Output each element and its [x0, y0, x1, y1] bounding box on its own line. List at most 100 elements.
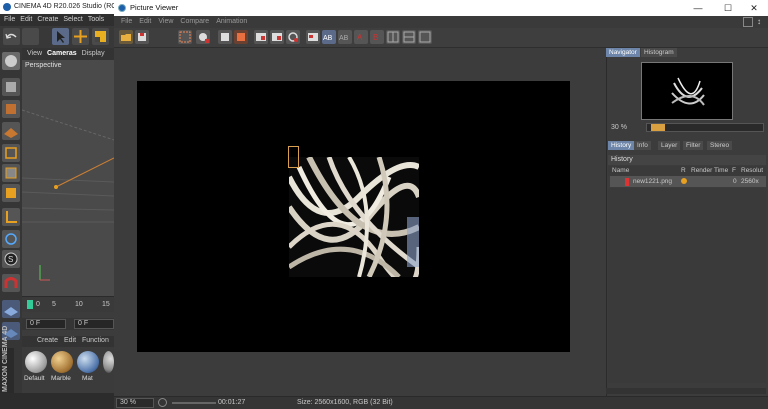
compare-b-icon[interactable]: [270, 30, 284, 44]
viewport-menu-display[interactable]: Display: [82, 48, 105, 60]
history-thumb-icon: [625, 178, 629, 186]
viewport-menubar: View Cameras Display: [22, 48, 114, 60]
compare-a-icon[interactable]: [254, 30, 268, 44]
material-manager-menubar: Create Edit Function: [22, 336, 114, 347]
rendered-tubes-graphic: [289, 157, 419, 277]
c4d-window-title: CINEMA 4D R20.026 Studio (RC: [0, 0, 120, 14]
snap-icon[interactable]: S: [2, 250, 20, 268]
column-name[interactable]: Name: [612, 167, 629, 174]
zoom-field[interactable]: 30 %: [116, 398, 154, 408]
menu-tools[interactable]: Tools: [88, 14, 104, 26]
texture-mode-icon[interactable]: [2, 100, 20, 118]
menu-file[interactable]: File: [4, 14, 15, 26]
menu-create[interactable]: Create: [37, 14, 58, 26]
picture-viewer-menubar: File Edit View Compare Animation ↕: [114, 16, 768, 28]
scale-tool-icon[interactable]: [92, 28, 109, 45]
points-mode-icon[interactable]: [2, 144, 20, 162]
stop-render-icon[interactable]: [234, 30, 248, 44]
svg-text:S: S: [8, 255, 13, 264]
tab-navigator[interactable]: Navigator: [606, 48, 640, 57]
model-mode-icon[interactable]: [2, 78, 20, 96]
play-icon[interactable]: [158, 398, 167, 407]
column-render-time[interactable]: Render Time: [691, 167, 728, 174]
axis-mode-icon[interactable]: [2, 208, 20, 226]
undo-button[interactable]: [3, 28, 20, 45]
make-editable-icon[interactable]: [2, 52, 20, 70]
magnet-icon[interactable]: [2, 274, 20, 292]
layout-icon[interactable]: [743, 17, 753, 27]
history-row-frame: 0: [733, 178, 737, 185]
viewport-scene-graphic: [22, 109, 114, 281]
pv-menu-file[interactable]: File: [121, 16, 132, 28]
material-partial-swatch[interactable]: [103, 351, 114, 373]
pv-menu-edit[interactable]: Edit: [139, 16, 151, 28]
column-r[interactable]: R: [681, 167, 686, 174]
tab-info[interactable]: Info: [634, 141, 651, 150]
material-mat-swatch[interactable]: [77, 351, 99, 373]
copy-icon[interactable]: [218, 30, 232, 44]
move-tool-icon[interactable]: [72, 28, 89, 45]
editor-viewport[interactable]: Perspective: [22, 60, 114, 296]
save-icon[interactable]: [135, 30, 149, 44]
swap-icon[interactable]: AB: [338, 30, 352, 44]
playback-slider[interactable]: [172, 402, 216, 404]
pv-menu-compare[interactable]: Compare: [180, 16, 209, 28]
ab-compare-icon[interactable]: AB: [322, 30, 336, 44]
zoom-slider-thumb[interactable]: [651, 124, 665, 131]
material-label: Default: [24, 375, 45, 382]
history-scrollbar[interactable]: [606, 388, 766, 394]
column-f[interactable]: F: [732, 167, 736, 174]
material-default-swatch[interactable]: [25, 351, 47, 373]
navigator-zoom-slider[interactable]: [646, 123, 764, 132]
grid-view-icon[interactable]: [386, 30, 400, 44]
open-icon[interactable]: [119, 30, 133, 44]
render-active-icon[interactable]: [196, 30, 210, 44]
material-marble-swatch[interactable]: [51, 351, 73, 373]
viewport-menu-cameras[interactable]: Cameras: [47, 48, 77, 60]
text-a-icon[interactable]: A: [354, 30, 368, 44]
refresh-icon[interactable]: [286, 30, 300, 44]
edges-mode-icon[interactable]: [2, 164, 20, 182]
filter-icon[interactable]: [306, 30, 320, 44]
minimize-button[interactable]: —: [684, 0, 712, 16]
history-row[interactable]: new1221.png 0 2560x: [610, 176, 766, 187]
tab-histogram[interactable]: Histogram: [641, 48, 677, 57]
split-view-icon[interactable]: [402, 30, 416, 44]
start-frame-field[interactable]: 0 F: [74, 319, 114, 329]
menu-select[interactable]: Select: [63, 14, 82, 26]
material-menu-function[interactable]: Function: [82, 337, 109, 344]
timeline-playhead[interactable]: [27, 300, 33, 309]
pv-menu-animation[interactable]: Animation: [216, 16, 247, 28]
menu-edit[interactable]: Edit: [20, 14, 32, 26]
redo-button[interactable]: [22, 28, 39, 45]
column-resolution[interactable]: Resolut: [741, 167, 763, 174]
timeline-ruler[interactable]: 0 5 10 15: [22, 296, 114, 312]
c4d-logo-icon: [3, 3, 11, 11]
layout-view-icon[interactable]: [418, 30, 432, 44]
current-frame-field[interactable]: 0 F: [26, 319, 66, 329]
tab-layer[interactable]: Layer: [658, 141, 681, 150]
render-region-icon[interactable]: [178, 30, 192, 44]
viewport-menu-view[interactable]: View: [27, 48, 42, 60]
navigator-thumbnail[interactable]: [641, 62, 733, 120]
pv-menu-view[interactable]: View: [158, 16, 173, 28]
tab-filter[interactable]: Filter: [683, 141, 704, 150]
close-button[interactable]: ✕: [740, 0, 768, 16]
history-row-name: new1221.png: [633, 178, 673, 185]
material-menu-create[interactable]: Create: [37, 337, 58, 344]
navigator-zoom-row: 30 %: [608, 122, 766, 133]
select-tool-icon[interactable]: [52, 28, 69, 45]
polygons-mode-icon[interactable]: [2, 184, 20, 202]
maximize-button[interactable]: ☐: [714, 0, 742, 16]
navigator-preview-graphic: [671, 77, 705, 106]
tab-history[interactable]: History: [608, 141, 635, 150]
expand-icon[interactable]: ↕: [757, 16, 761, 28]
material-menu-edit[interactable]: Edit: [64, 337, 76, 344]
tweak-mode-icon[interactable]: [2, 230, 20, 248]
tab-stereo[interactable]: Stereo: [707, 141, 733, 150]
history-list-area[interactable]: [608, 188, 766, 383]
c4d-toolbar: [0, 26, 114, 48]
workplane-icon[interactable]: [2, 122, 20, 140]
text-b-icon[interactable]: B: [370, 30, 384, 44]
floor-icon[interactable]: [2, 300, 20, 318]
